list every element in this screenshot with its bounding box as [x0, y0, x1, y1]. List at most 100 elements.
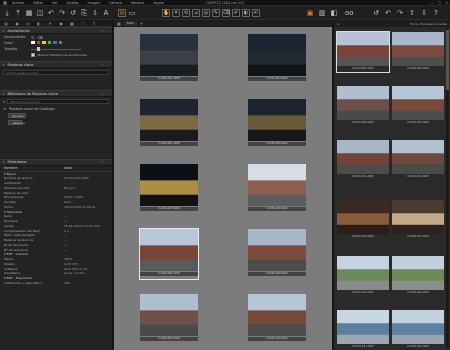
image-thumbnail[interactable]	[140, 229, 198, 271]
image-thumbnail[interactable]	[140, 164, 198, 206]
redo-adjust-icon[interactable]: ↷	[396, 9, 404, 17]
grid-icon[interactable]: ▦	[25, 9, 33, 17]
reset-icon[interactable]: ↺	[69, 9, 77, 17]
add-tab-icon[interactable]: +	[140, 21, 143, 26]
browser-scrollbar[interactable]	[446, 28, 449, 348]
paste-icon[interactable]: ⇩	[91, 9, 99, 17]
undo-adjust-icon[interactable]: ↶	[384, 9, 392, 17]
scrollbar-thumb[interactable]	[446, 30, 449, 90]
pen-icon[interactable]: ✎	[31, 35, 34, 40]
lens-tab-icon[interactable]: ◎	[25, 21, 31, 26]
image-thumbnail[interactable]	[248, 34, 306, 76]
viewer-image[interactable]: D1264-006.ARW	[248, 99, 306, 149]
thumbnail-image[interactable]	[337, 256, 389, 290]
keyword-filter-input[interactable]: Filtro Palabras clave	[7, 99, 109, 104]
thumbnail-image[interactable]	[337, 200, 389, 234]
overlay-icon[interactable]: ◧	[330, 9, 338, 17]
viewer-image[interactable]: D1264-001.ARW	[140, 99, 198, 149]
metadata-tab-icon[interactable]: ⓘ	[80, 21, 86, 26]
stack-icon[interactable]: ◫	[36, 9, 44, 17]
color-swatch[interactable]	[47, 40, 51, 45]
redo-icon[interactable]: ↷	[58, 9, 66, 17]
filmstrip-icon[interactable]: ▭	[128, 9, 136, 17]
library-tab-icon[interactable]: ▤	[3, 21, 9, 26]
section-actions-icon[interactable]: ?⋯	[101, 29, 109, 33]
image-thumbnail[interactable]	[140, 99, 198, 141]
viewer-image[interactable]: D1264-005.ARW	[139, 228, 199, 280]
image-thumbnail[interactable]	[140, 294, 198, 336]
browser-thumbnail[interactable]: D1264-016.ARW	[392, 256, 444, 296]
viewer-image[interactable]: D1264-008.ARW	[248, 164, 306, 214]
viewer-image[interactable]: D1264-003.ARW	[248, 34, 306, 84]
maximize-button[interactable]: □	[438, 1, 441, 5]
viewer-icon[interactable]: ▣	[306, 9, 314, 17]
eraser-icon[interactable]: ⌫	[37, 35, 43, 40]
glasses-icon[interactable]: oo	[345, 9, 354, 17]
capture-tab-icon[interactable]: ◉	[14, 21, 20, 26]
export-icon[interactable]: ⤒	[14, 9, 22, 17]
picker-tool-icon[interactable]: ✐	[232, 9, 240, 17]
thumbnail-image[interactable]	[337, 86, 389, 120]
sort-icon[interactable]: ≡	[337, 22, 340, 26]
thumbnail-image[interactable]	[392, 32, 444, 66]
browser-thumbnail[interactable]: D1264-014.ARW	[392, 200, 444, 240]
image-thumbnail[interactable]	[248, 294, 306, 336]
thumbnail-image[interactable]	[392, 310, 444, 344]
compare-icon[interactable]: ▥	[318, 9, 326, 17]
image-thumbnail[interactable]	[248, 99, 306, 141]
browser-thumbnail[interactable]: D1264-018.ARW	[392, 310, 444, 350]
viewer-image[interactable]: D1264-008.ARW	[248, 229, 306, 279]
thumbnail-image[interactable]	[337, 310, 389, 344]
viewer-image[interactable]: D1264-001.ARW	[140, 34, 198, 84]
size-slider[interactable]	[31, 47, 81, 51]
image-thumbnail[interactable]	[248, 164, 306, 206]
annotate-tool-icon[interactable]: ✍	[252, 9, 260, 17]
color-swatch[interactable]	[42, 40, 46, 45]
eraser-tool-icon[interactable]: ⌫	[222, 9, 230, 17]
minimize-button[interactable]: —	[430, 1, 434, 5]
metadata-header[interactable]: ▾ Metadatos ?⋯	[0, 158, 112, 166]
text-icon[interactable]: A	[102, 9, 110, 17]
add-keyword-input[interactable]: Añadir palabras clave	[3, 70, 109, 75]
copy-icon[interactable]: ⎘	[80, 9, 88, 17]
viewer-image[interactable]: D1264-007.ARW	[140, 164, 198, 214]
thumbnail-image[interactable]	[392, 86, 444, 120]
browser-thumbnail[interactable]: D1264-012.ARW	[392, 140, 444, 180]
browser-thumbnail[interactable]: D1264-005.ARW	[336, 31, 390, 73]
output-tab-icon[interactable]: ⇪	[91, 21, 97, 26]
section-actions-icon[interactable]: ?⋯	[101, 63, 109, 67]
browser-thumbnail[interactable]: D1264-011.ARW	[337, 140, 389, 180]
browser-thumbnail[interactable]: D1264-009.ARW	[337, 86, 389, 126]
undo-icon[interactable]: ↶	[47, 9, 55, 17]
paste-adjust-icon[interactable]: ⇩	[420, 9, 428, 17]
section-actions-icon[interactable]: ?⋯	[101, 160, 109, 164]
viewer-image[interactable]: D1264-010.ARW	[248, 294, 306, 344]
close-button[interactable]: ✕	[445, 1, 448, 5]
reset-adjust-icon[interactable]: ↺	[372, 9, 380, 17]
annotations-header[interactable]: ▾ Anotaciones ?⋯	[0, 27, 112, 34]
keyword-chip[interactable]: catálogo	[8, 119, 25, 125]
keyword-chip[interactable]: Ejemplo	[8, 113, 26, 118]
image-thumbnail[interactable]	[140, 34, 198, 76]
color-swatch[interactable]	[58, 40, 62, 45]
color-swatch[interactable]	[53, 40, 57, 45]
color-swatch[interactable]	[31, 40, 35, 45]
color-tab-icon[interactable]: ◐	[36, 21, 42, 26]
detail-tab-icon[interactable]: ◆	[58, 21, 64, 26]
help-icon[interactable]: ?	[432, 9, 440, 17]
wb-tool-icon[interactable]: ◐	[242, 9, 250, 17]
copy-adjust-icon[interactable]: ⇧	[408, 9, 416, 17]
section-actions-icon[interactable]: ?⋯	[101, 92, 109, 96]
browser-thumbnail[interactable]: D1264-017.ARW	[337, 310, 389, 350]
color-swatch[interactable]	[36, 40, 40, 45]
name-column-header[interactable]: Nombre	[4, 166, 64, 171]
crop-tool-icon[interactable]: ⌗	[172, 9, 180, 17]
browser-thumbnail[interactable]: D1264-013.ARW	[337, 200, 389, 240]
thumbnail-image[interactable]	[392, 200, 444, 234]
viewer-image[interactable]: D1264-009.ARW	[140, 294, 198, 344]
exposure-tab-icon[interactable]: ☀	[47, 21, 53, 26]
image-thumbnail[interactable]	[248, 229, 306, 271]
thumbnail-image[interactable]	[337, 140, 389, 174]
rotate-tool-icon[interactable]: ⟲	[182, 9, 190, 17]
keystone-tool-icon[interactable]: ⊿	[192, 9, 200, 17]
